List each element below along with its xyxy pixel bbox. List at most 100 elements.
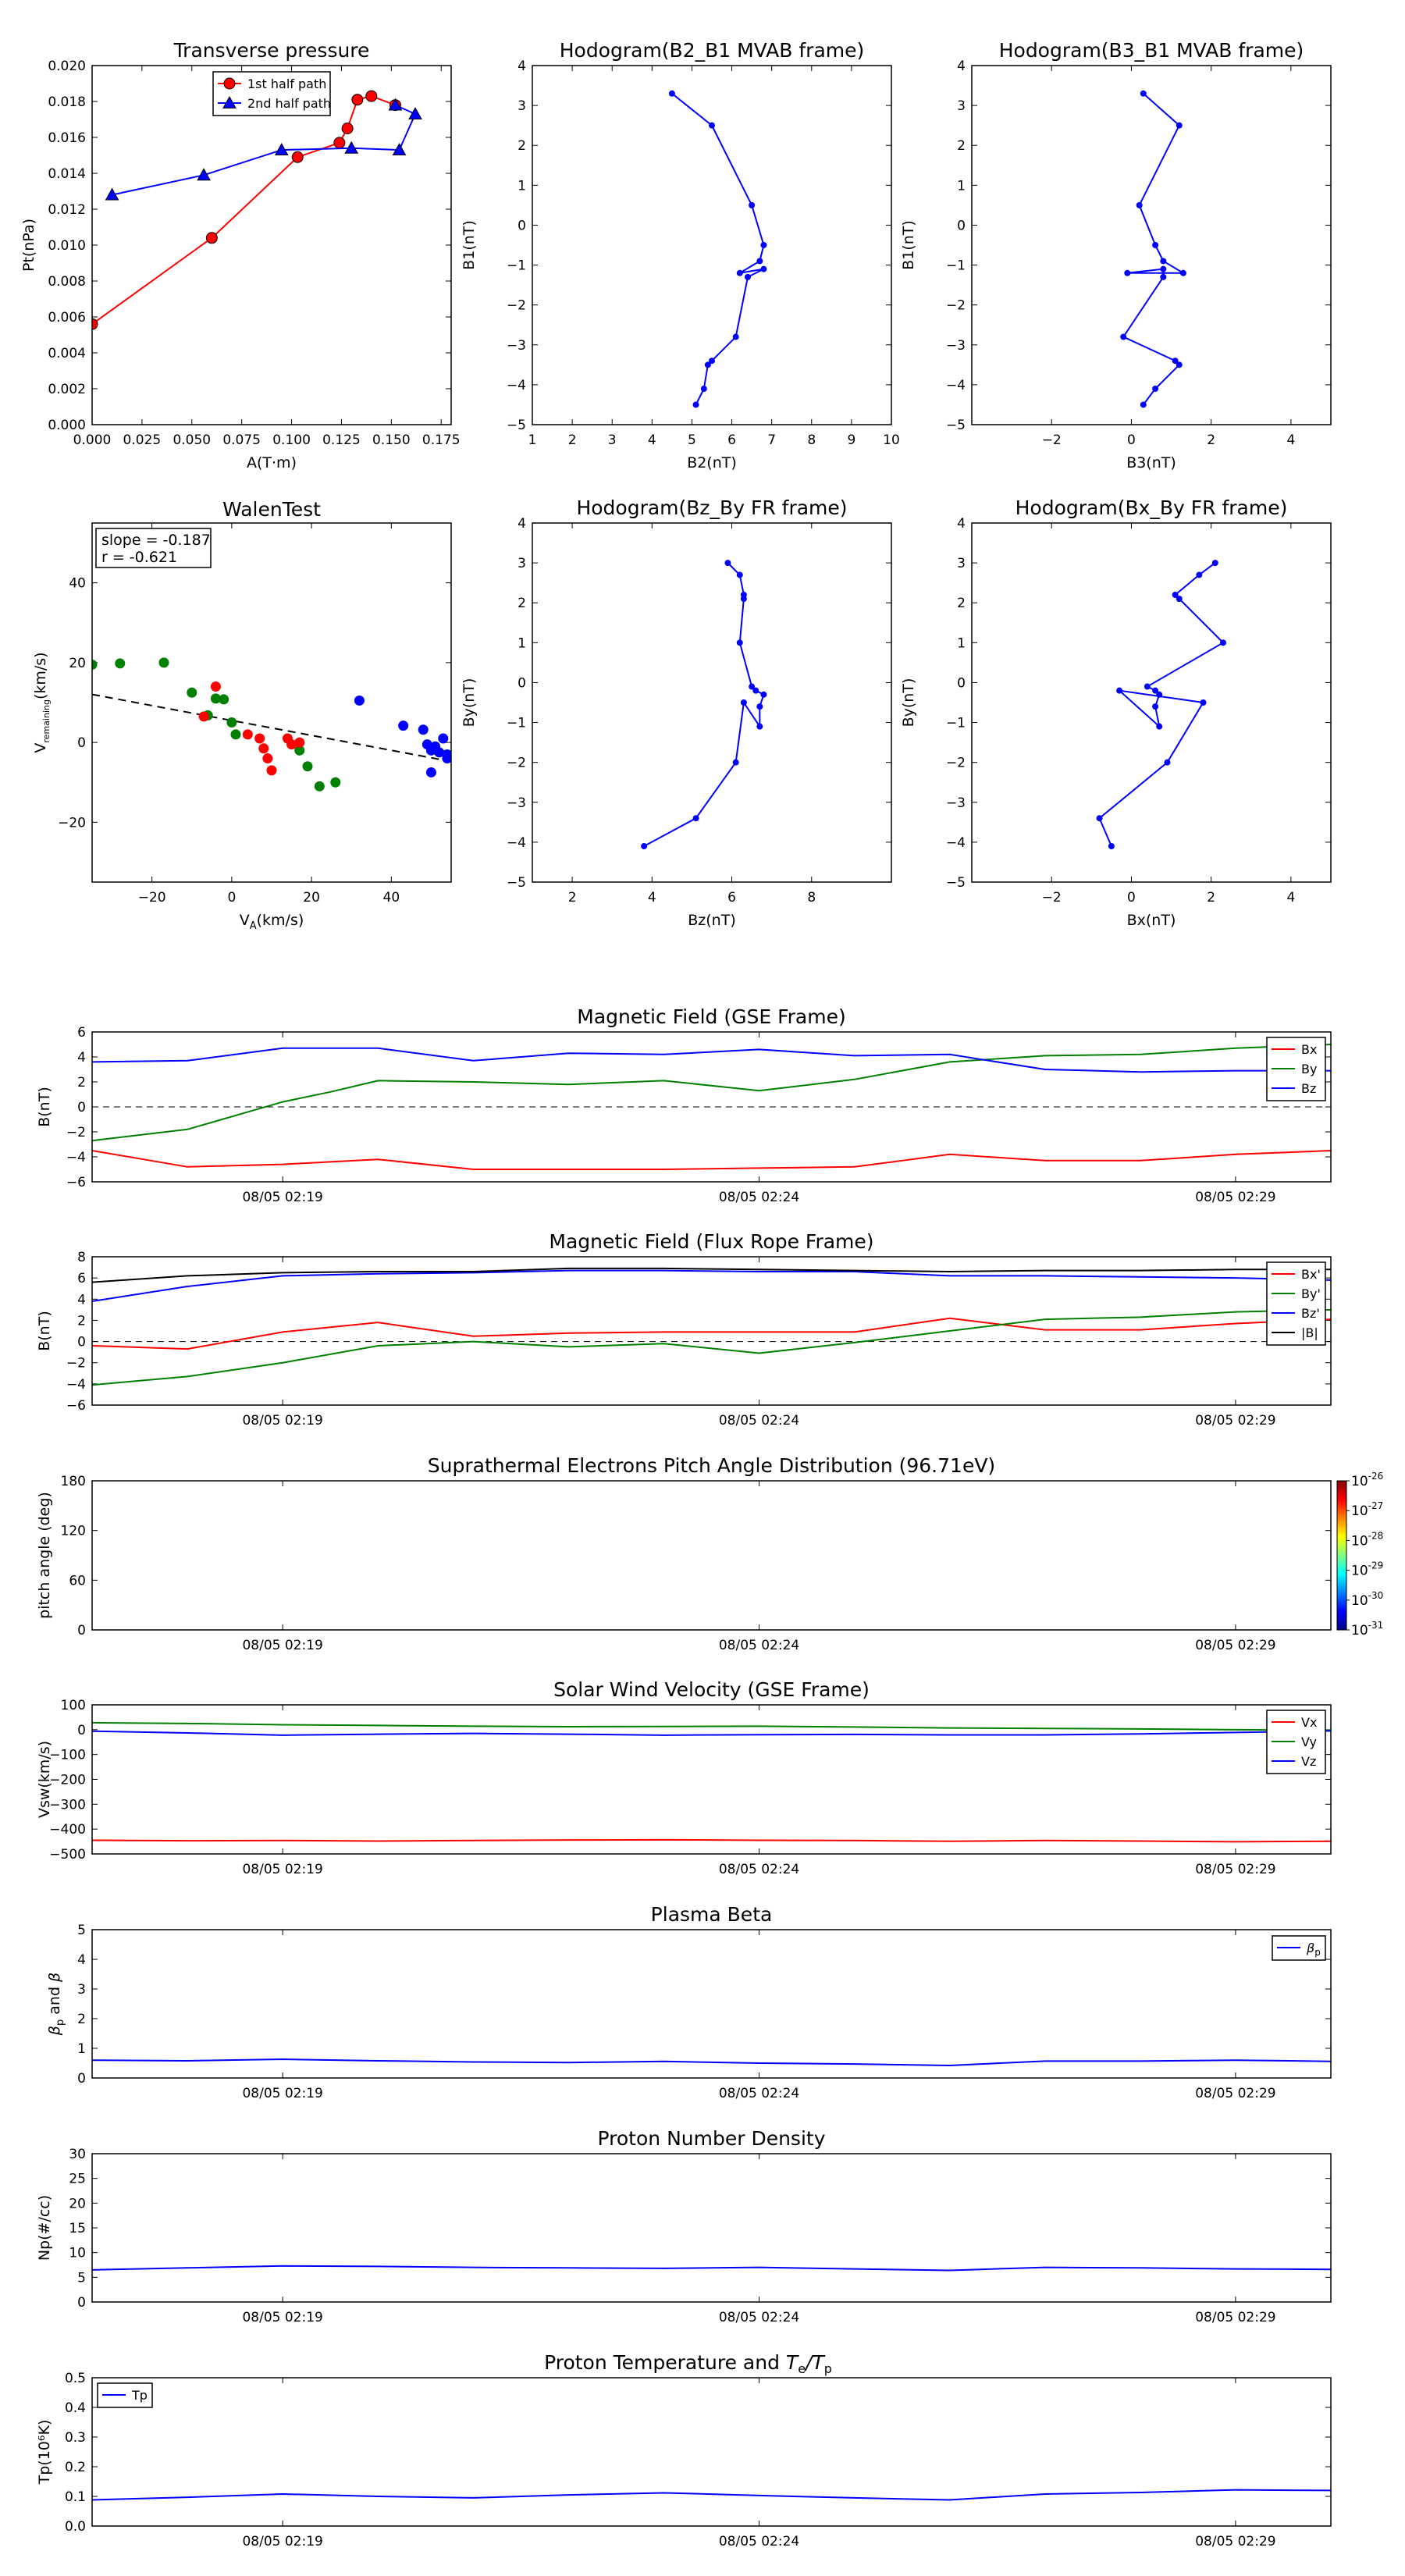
x-tick-label: 08/05 02:19 [242, 2086, 322, 2101]
series-By [92, 1044, 1331, 1142]
y-tick-label: 3 [77, 1982, 86, 1998]
y-tick-label: −20 [58, 815, 86, 831]
title-math: e [798, 2361, 806, 2376]
y-tick-label: −2 [507, 756, 526, 771]
x-tick-label: 4 [1286, 890, 1295, 906]
y-axis-label: βp and β [46, 1973, 66, 2036]
y-tick-label: 0 [957, 675, 966, 691]
y-tick-label: 4 [77, 1050, 86, 1066]
y-tick-label: −1 [507, 716, 526, 731]
data-point [187, 687, 197, 698]
x-tick-label: 0 [1127, 890, 1136, 906]
y-axis-label: Np(#/cc) [36, 2195, 53, 2261]
x-axis-label: Bx(nT) [1127, 912, 1176, 929]
title-math: /T [804, 2351, 825, 2374]
panel-walen: WalenTest −20 0 20 40 −20 0 20 40 VA(km/s) Vremain… [32, 498, 452, 932]
y-tick-label: −4 [507, 835, 526, 851]
data-point [760, 242, 767, 248]
y-axis-label: B(nT) [36, 1311, 53, 1351]
plot-area [92, 2489, 1331, 2501]
data-point [365, 90, 378, 102]
data-point [330, 777, 341, 788]
series-Tp [92, 2489, 1331, 2501]
chart-title: Hodogram(Bx_By FR frame) [1016, 496, 1288, 519]
y-axis-label: Vremaining(km/s) [32, 652, 52, 753]
y-tick-label: 0.002 [48, 382, 86, 397]
legend-label: By [1301, 1062, 1317, 1076]
series-line [671, 92, 765, 405]
label-math: β [46, 2026, 63, 2036]
y-tick-label: 0 [77, 1623, 86, 1638]
y-tick-label: −2 [946, 756, 966, 771]
series-line [92, 1269, 1331, 1302]
x-tick-label: −20 [138, 890, 166, 906]
y-tick-label: 4 [957, 59, 966, 74]
data-point [1116, 687, 1123, 694]
y-tick-label: −3 [946, 338, 966, 354]
plot-area [92, 2058, 1331, 2067]
y-tick-label: 20 [69, 2196, 86, 2211]
plot-area [1096, 560, 1226, 849]
label-rest: (km/s) [32, 652, 49, 699]
y-tick-label: −2 [507, 298, 526, 314]
data-point [1120, 333, 1127, 340]
plot-area [92, 657, 451, 792]
data-point [740, 596, 747, 603]
y-tick-label: 0.012 [48, 202, 86, 218]
y-tick-label: 0.010 [48, 238, 86, 254]
y-tick-label: 0.020 [48, 59, 86, 74]
x-axis-label: B2(nT) [687, 454, 737, 471]
data-point [1140, 90, 1147, 97]
x-tick-label: 08/05 02:19 [242, 1638, 322, 1653]
figure: Transverse pressure0.000 0.025 0.050 0.075 0… [20, 39, 1383, 2549]
data-point [302, 761, 313, 772]
x-tick-label: 08/05 02:19 [242, 2534, 322, 2549]
y-tick-label: 1 [957, 635, 966, 651]
y-tick-label: 120 [61, 1524, 86, 1539]
colorbar-bar [1336, 1480, 1347, 1631]
annotation-slope: slope = -0.187 [101, 532, 211, 549]
data-point [756, 723, 763, 730]
plot-frame [91, 522, 452, 883]
data-point [1196, 571, 1203, 578]
y-tick-label: −4 [946, 378, 966, 393]
y-tick-label: 1 [957, 178, 966, 194]
y-tick-label: 20 [69, 656, 86, 671]
y-tick-label: 0.018 [48, 94, 86, 110]
series-line [92, 1317, 1331, 1350]
series-Vx [92, 1838, 1331, 1843]
y-tick-label: 5 [77, 1923, 86, 1938]
plot-area [1120, 90, 1186, 408]
legend-label: Vz [1301, 1754, 1316, 1769]
data-point [692, 401, 699, 408]
y-tick-label: 8 [77, 1250, 86, 1265]
y-tick-label: −3 [507, 795, 526, 811]
y-tick-label: 0.008 [48, 274, 86, 290]
data-point [700, 386, 707, 392]
annotation-r: r = -0.621 [101, 549, 177, 566]
y-tick-label: 0 [77, 1723, 86, 1738]
y-tick-label: 0 [77, 1335, 86, 1350]
x-tick-label: 08/05 02:24 [719, 1413, 799, 1429]
x-tick-label: 4 [1286, 432, 1295, 448]
series-line [92, 2058, 1331, 2067]
y-tick-label: 3 [518, 98, 526, 114]
y-tick-label: 3 [957, 98, 966, 114]
legend: Vx Vy Vz [1266, 1710, 1326, 1774]
legend-label: Tp [131, 2388, 148, 2403]
plot-frame [971, 65, 1332, 425]
chart-title: Magnetic Field (GSE Frame) [577, 1005, 845, 1028]
y-tick-label: 4 [518, 59, 526, 74]
data-point [760, 265, 767, 272]
plot-frame [91, 2153, 1332, 2303]
y-tick-label: 10 [69, 2246, 86, 2261]
data-point [752, 687, 759, 694]
x-tick-label: 0 [227, 890, 236, 906]
data-point [736, 269, 743, 276]
x-tick-label: 08/05 02:29 [1195, 2534, 1275, 2549]
label-math: β [1306, 1941, 1314, 1955]
series-line [112, 104, 417, 196]
y-tick-label: 180 [61, 1474, 86, 1489]
y-tick-label: 1 [518, 178, 526, 194]
plot-frame [91, 1929, 1332, 2079]
